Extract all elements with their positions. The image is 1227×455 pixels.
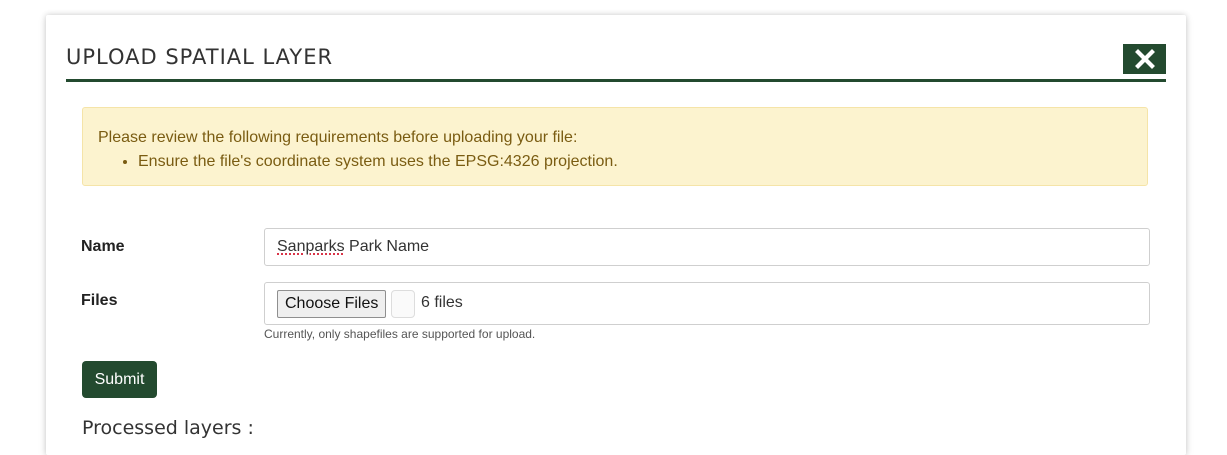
files-help-text: Currently, only shapefiles are supported…: [264, 327, 536, 341]
name-input[interactable]: Sanparks Park Name: [264, 228, 1150, 266]
requirements-alert: Please review the following requirements…: [82, 107, 1148, 186]
choose-files-button[interactable]: Choose Files: [277, 290, 387, 318]
file-thumbnail: [391, 290, 415, 318]
modal-title: UPLOAD SPATIAL LAYER: [66, 45, 334, 69]
upload-modal: UPLOAD SPATIAL LAYER Please review the f…: [46, 15, 1186, 455]
alert-intro: Please review the following requirements…: [98, 129, 578, 146]
selected-files-count: 6 files: [421, 294, 463, 311]
alert-list: Ensure the file's coordinate system uses…: [123, 150, 618, 174]
close-button[interactable]: [1123, 44, 1166, 74]
processed-layers-heading: Processed layers :: [82, 417, 254, 439]
modal-header: UPLOAD SPATIAL LAYER: [66, 43, 1166, 82]
files-input[interactable]: Choose Files 6 files: [264, 282, 1150, 325]
name-value-rest: Park Name: [344, 238, 430, 255]
close-x-icon: [1134, 49, 1155, 69]
submit-button[interactable]: Submit: [82, 361, 157, 398]
files-label: Files: [81, 292, 118, 309]
name-label: Name: [81, 238, 125, 255]
name-value-word: Sanparks: [277, 238, 345, 255]
alert-item: Ensure the file's coordinate system uses…: [138, 150, 618, 174]
